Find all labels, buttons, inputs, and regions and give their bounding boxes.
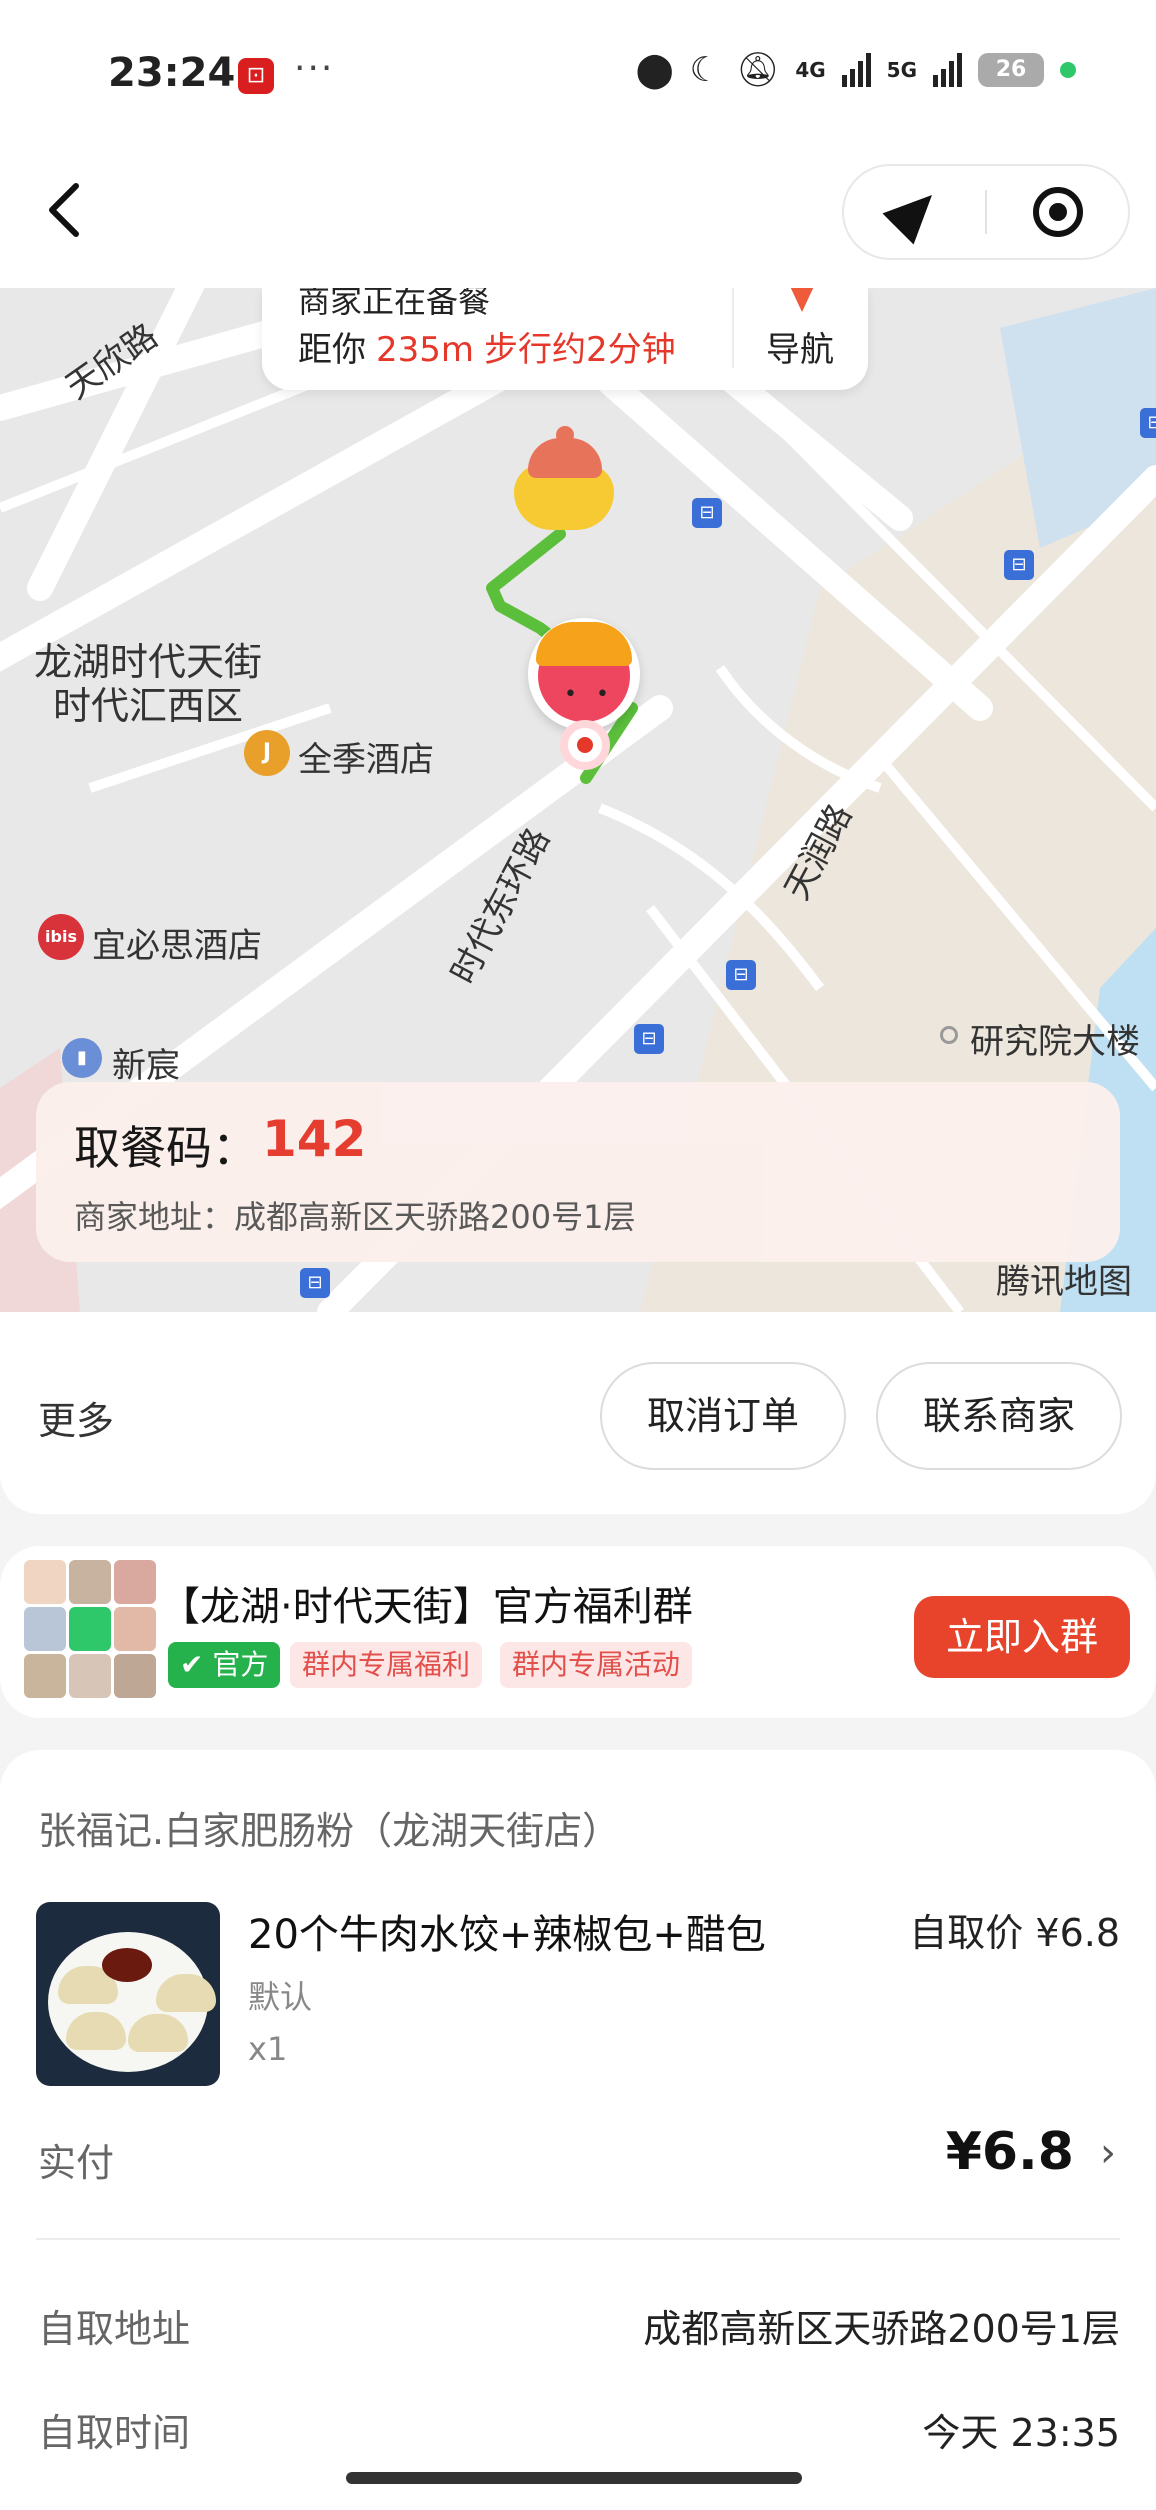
bus-stop-icon: ⊟ xyxy=(1140,408,1156,438)
item-price-value: ¥6.8 xyxy=(1035,1911,1120,1955)
merchant-address: 商家地址：成都高新区天骄路200号1层 xyxy=(74,1192,635,1238)
status-bar: 23:24 ⊡ ··· ⬤ ☾ 🔕︎ 4G 5G 26 xyxy=(0,0,1156,150)
location-icon: ⬤ xyxy=(635,50,674,90)
store-name[interactable]: 张福记.白家肥肠粉（龙湖天街店） xyxy=(38,1800,620,1855)
divider xyxy=(36,2238,1120,2240)
avatar-hat xyxy=(536,622,632,666)
group-tag-benefits: 群内专属福利 xyxy=(290,1642,483,1688)
poi-research-building[interactable]: 研究院大楼 xyxy=(940,1014,1140,1063)
distance-value: 235m xyxy=(376,330,475,370)
more-notifications-icon: ··· xyxy=(294,48,335,89)
item-price: 自取价 ¥6.8 xyxy=(909,1902,1120,1957)
more-button[interactable]: 更多 xyxy=(38,1390,114,1445)
home-indicator[interactable] xyxy=(346,2472,802,2484)
location-pin-icon xyxy=(560,720,610,770)
network-5g-label: 5G xyxy=(886,58,917,82)
send-icon xyxy=(881,179,948,245)
merchant-address-value: 成都高新区天骄路200号1层 xyxy=(234,1198,636,1236)
signal-4g-icon xyxy=(841,53,871,87)
merchant-status-card: 商家正在备餐 距你 235m 步行约2分钟 导航 xyxy=(262,288,868,390)
status-icons: ⬤ ☾ 🔕︎ 4G 5G 26 xyxy=(636,50,1076,90)
network-4g-label: 4G xyxy=(795,58,826,82)
poi-dot-icon xyxy=(940,1026,958,1044)
status-time: 23:24 xyxy=(108,50,236,96)
item-quantity: x1 xyxy=(248,2030,288,2068)
pickup-code-card: 取餐码： 142 商家地址：成都高新区天骄路200号1层 xyxy=(36,1082,1120,1262)
official-tag-label: 官方 xyxy=(212,1648,269,1681)
navigate-button[interactable]: 导航 xyxy=(766,322,834,371)
building-icon: ▮ xyxy=(62,1038,102,1078)
bank-app-icon: ⊡ xyxy=(238,58,274,94)
pickup-code: 142 xyxy=(262,1110,367,1168)
pickup-address-label: 自取地址 xyxy=(38,2307,191,2351)
contact-merchant-button[interactable]: 联系商家 xyxy=(876,1362,1122,1470)
item-name: 20个牛肉水饺+辣椒包+醋包 xyxy=(248,1912,766,1958)
join-group-button[interactable]: 立即入群 xyxy=(914,1596,1130,1678)
order-details: 张福记.白家肥肠粉（龙湖天街店） 20个牛肉水饺+辣椒包+醋包 默认 x1 自取… xyxy=(0,1750,1156,2510)
target-icon xyxy=(1032,187,1083,237)
pickup-time: 今天 23:35 xyxy=(922,2411,1120,2455)
dumpling xyxy=(156,1974,216,2012)
item-price-label: 自取价 xyxy=(909,1911,1024,1955)
check-icon: ✔ xyxy=(180,1648,213,1681)
signal-5g-icon xyxy=(933,53,962,87)
group-tag-events: 群内专属活动 xyxy=(500,1642,693,1688)
group-title: 【龙湖·时代天街】官方福利群 xyxy=(160,1584,693,1630)
bus-stop-icon: ⊟ xyxy=(1004,550,1034,580)
bus-stop-icon: ⊟ xyxy=(692,498,722,528)
poi-ji-hotel[interactable]: 全季酒店 xyxy=(298,732,434,781)
recenter-button[interactable] xyxy=(987,166,1128,258)
user-avatar-marker: • • xyxy=(528,618,640,730)
privacy-indicator-dot xyxy=(1060,62,1076,78)
battery-icon: 26 xyxy=(978,53,1044,87)
pickup-code-label: 取餐码： xyxy=(74,1121,258,1175)
map-brand: 腾讯地图 xyxy=(996,1262,1132,1302)
ibis-hotel-icon: ibis xyxy=(38,914,84,960)
cancel-order-button[interactable]: 取消订单 xyxy=(600,1362,846,1470)
map-controls xyxy=(842,164,1130,260)
paid-label: 实付 xyxy=(38,2141,115,2185)
pickup-address: 成都高新区天骄路200号1层 xyxy=(643,2307,1120,2351)
ji-hotel-icon: J xyxy=(244,730,290,776)
merchant-status: 商家正在备餐 xyxy=(298,288,491,320)
bus-stop-icon: ⊟ xyxy=(726,960,756,990)
chevron-right-icon[interactable]: › xyxy=(1100,2130,1116,2176)
area-label-line2: 时代汇西区 xyxy=(53,684,244,728)
order-actions: 更多 取消订单 联系商家 xyxy=(0,1312,1156,1514)
avatar-eyes: • • xyxy=(564,682,615,707)
distance-prefix: 距你 xyxy=(298,330,366,370)
chevron-left-icon xyxy=(49,183,79,237)
bus-stop-icon: ⊟ xyxy=(300,1268,330,1298)
poi-xinchen[interactable]: 新宸 xyxy=(112,1038,180,1087)
merchant-marker xyxy=(506,426,624,538)
poi-research-building-label: 研究院大楼 xyxy=(970,1022,1140,1062)
bus-stop-icon: ⊟ xyxy=(634,1024,664,1054)
pot-lid xyxy=(528,438,602,478)
group-promo-card[interactable]: 【龙湖·时代天街】官方福利群 ✔ 官方 群内专属福利 群内专属活动 立即入群 xyxy=(0,1546,1156,1718)
official-tag: ✔ 官方 xyxy=(168,1642,281,1688)
walk-time: 步行约2分钟 xyxy=(484,330,676,370)
sauce-bowl xyxy=(102,1948,152,1982)
navigate-icon xyxy=(788,288,816,312)
merchant-address-label: 商家地址： xyxy=(74,1198,235,1236)
pickup-time-label: 自取时间 xyxy=(38,2411,191,2455)
moon-icon: ☾ xyxy=(689,50,721,90)
item-spec: 默认 xyxy=(248,1978,313,2016)
area-label: 龙湖时代天街 时代汇西区 xyxy=(34,640,262,728)
mute-icon: 🔕︎ xyxy=(736,50,780,90)
group-avatars xyxy=(24,1560,156,1704)
paid-value[interactable]: ¥6.8 xyxy=(946,2122,1074,2182)
map-view[interactable]: 商家正在备餐 距你 235m 步行约2分钟 导航 天欣路 龙湖时代天街 时代汇西区 … xyxy=(0,288,1156,1312)
distance-info: 距你 235m 步行约2分钟 xyxy=(298,322,676,371)
nav-bar xyxy=(0,150,1156,288)
item-thumbnail xyxy=(36,1902,220,2086)
area-label-line1: 龙湖时代天街 xyxy=(34,640,263,684)
back-button[interactable] xyxy=(44,180,114,250)
card-divider xyxy=(732,288,734,368)
locate-me-button[interactable] xyxy=(844,166,985,258)
poi-ibis-hotel[interactable]: 宜必思酒店 xyxy=(92,918,262,967)
